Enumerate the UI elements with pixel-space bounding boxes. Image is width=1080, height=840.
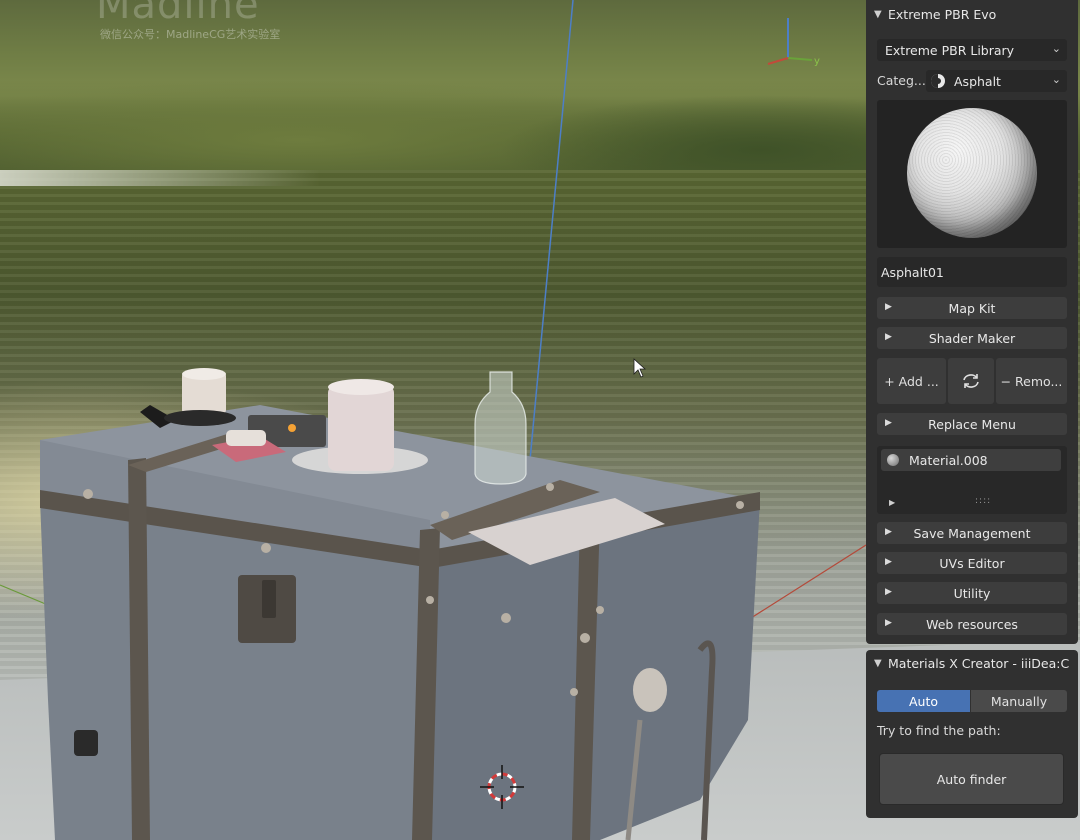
list-item[interactable]: Material.008 [881, 449, 1061, 471]
save-management-label: Save Management [913, 525, 1031, 541]
mouse-pointer-icon [633, 358, 647, 378]
material-ball-icon [887, 454, 899, 466]
map-kit-subpanel[interactable]: ▶ Map Kit [877, 297, 1067, 319]
refresh-icon [963, 374, 979, 388]
latch-bar [262, 580, 276, 618]
material-action-buttons: + Add ... − Remo... [877, 358, 1067, 404]
material-preview[interactable] [877, 100, 1067, 248]
chevron-down-icon: ▼ [874, 657, 882, 669]
utility-subpanel[interactable]: ▶ Utility [877, 582, 1067, 604]
auto-finder-button[interactable]: Auto finder [880, 754, 1063, 804]
uvs-editor-subpanel[interactable]: ▶ UVs Editor [877, 552, 1067, 574]
glass-bottle [474, 371, 527, 485]
x-axis-line [739, 544, 866, 626]
category-label: Categ... [877, 73, 926, 88]
refresh-button[interactable] [948, 358, 994, 404]
scene-render: y [0, 0, 866, 840]
handle-knob [633, 668, 667, 712]
chevron-down-icon: ▼ [874, 8, 882, 20]
replace-menu-subpanel[interactable]: ▶ Replace Menu [877, 413, 1067, 435]
mx-panel-header[interactable]: ▼ Materials X Creator - iiiDea:C [874, 650, 1074, 676]
shader-maker-subpanel[interactable]: ▶ Shader Maker [877, 327, 1067, 349]
triangle-right-icon: ▶ [885, 587, 892, 597]
remove-material-button[interactable]: − Remo... [996, 358, 1067, 404]
mx-panel-title: Materials X Creator - iiiDea:C [888, 655, 1070, 671]
material-list[interactable]: Material.008 ▶ :::: [877, 446, 1067, 514]
box-led [288, 424, 296, 432]
triangle-right-icon: ▶ [885, 302, 892, 312]
map-kit-label: Map Kit [948, 300, 996, 316]
library-dropdown-value: Extreme PBR Library [885, 42, 1015, 58]
find-path-hint: Try to find the path: [877, 723, 1001, 738]
manual-mode-button[interactable]: Manually [971, 690, 1067, 712]
save-management-subpanel[interactable]: ▶ Save Management [877, 522, 1067, 544]
svg-text:y: y [814, 56, 820, 67]
web-resources-label: Web resources [926, 616, 1018, 632]
add-material-button[interactable]: + Add ... [877, 358, 946, 404]
trunk-foot [74, 730, 98, 756]
pbr-panel-header[interactable]: ▼ Extreme PBR Evo [874, 1, 1074, 27]
sphere-texture [907, 108, 1037, 238]
candle-large [328, 385, 394, 471]
candle-small-top [182, 368, 226, 380]
web-resources-subpanel[interactable]: ▶ Web resources [877, 613, 1067, 635]
pbr-panel-title: Extreme PBR Evo [888, 6, 997, 22]
triangle-right-icon: ▶ [885, 557, 892, 567]
category-dropdown[interactable]: Asphalt ⌄ [926, 70, 1067, 92]
replace-menu-label: Replace Menu [928, 416, 1016, 432]
auto-mode-button[interactable]: Auto [877, 690, 970, 712]
extreme-pbr-panel [866, 0, 1078, 644]
triangle-right-icon: ▶ [885, 618, 892, 628]
z-axis-line [529, 0, 574, 461]
candle-tray [164, 410, 236, 426]
chevron-down-icon: ⌄ [1051, 42, 1061, 55]
material-item-name: Material.008 [909, 452, 988, 468]
candle-large-top [328, 379, 394, 395]
utility-label: Utility [953, 585, 991, 601]
chevron-down-icon: ⌄ [1051, 73, 1061, 86]
category-dropdown-value: Asphalt [954, 73, 1001, 89]
triangle-right-icon[interactable]: ▶ [889, 498, 895, 507]
triangle-right-icon: ▶ [885, 418, 892, 428]
candle-mini [226, 430, 266, 446]
axis-gizmo-icon: y [767, 18, 820, 67]
list-resize-grip[interactable]: :::: [975, 496, 991, 506]
triangle-right-icon: ▶ [885, 527, 892, 537]
material-name-field[interactable]: Asphalt01 [877, 257, 1067, 287]
material-sphere-icon [931, 74, 945, 88]
material-preview-sphere [907, 108, 1037, 238]
shader-maker-label: Shader Maker [928, 330, 1016, 346]
library-dropdown[interactable]: Extreme PBR Library ⌄ [877, 39, 1067, 61]
triangle-right-icon: ▶ [885, 332, 892, 342]
material-name-value: Asphalt01 [881, 264, 944, 280]
uvs-editor-label: UVs Editor [939, 555, 1005, 571]
